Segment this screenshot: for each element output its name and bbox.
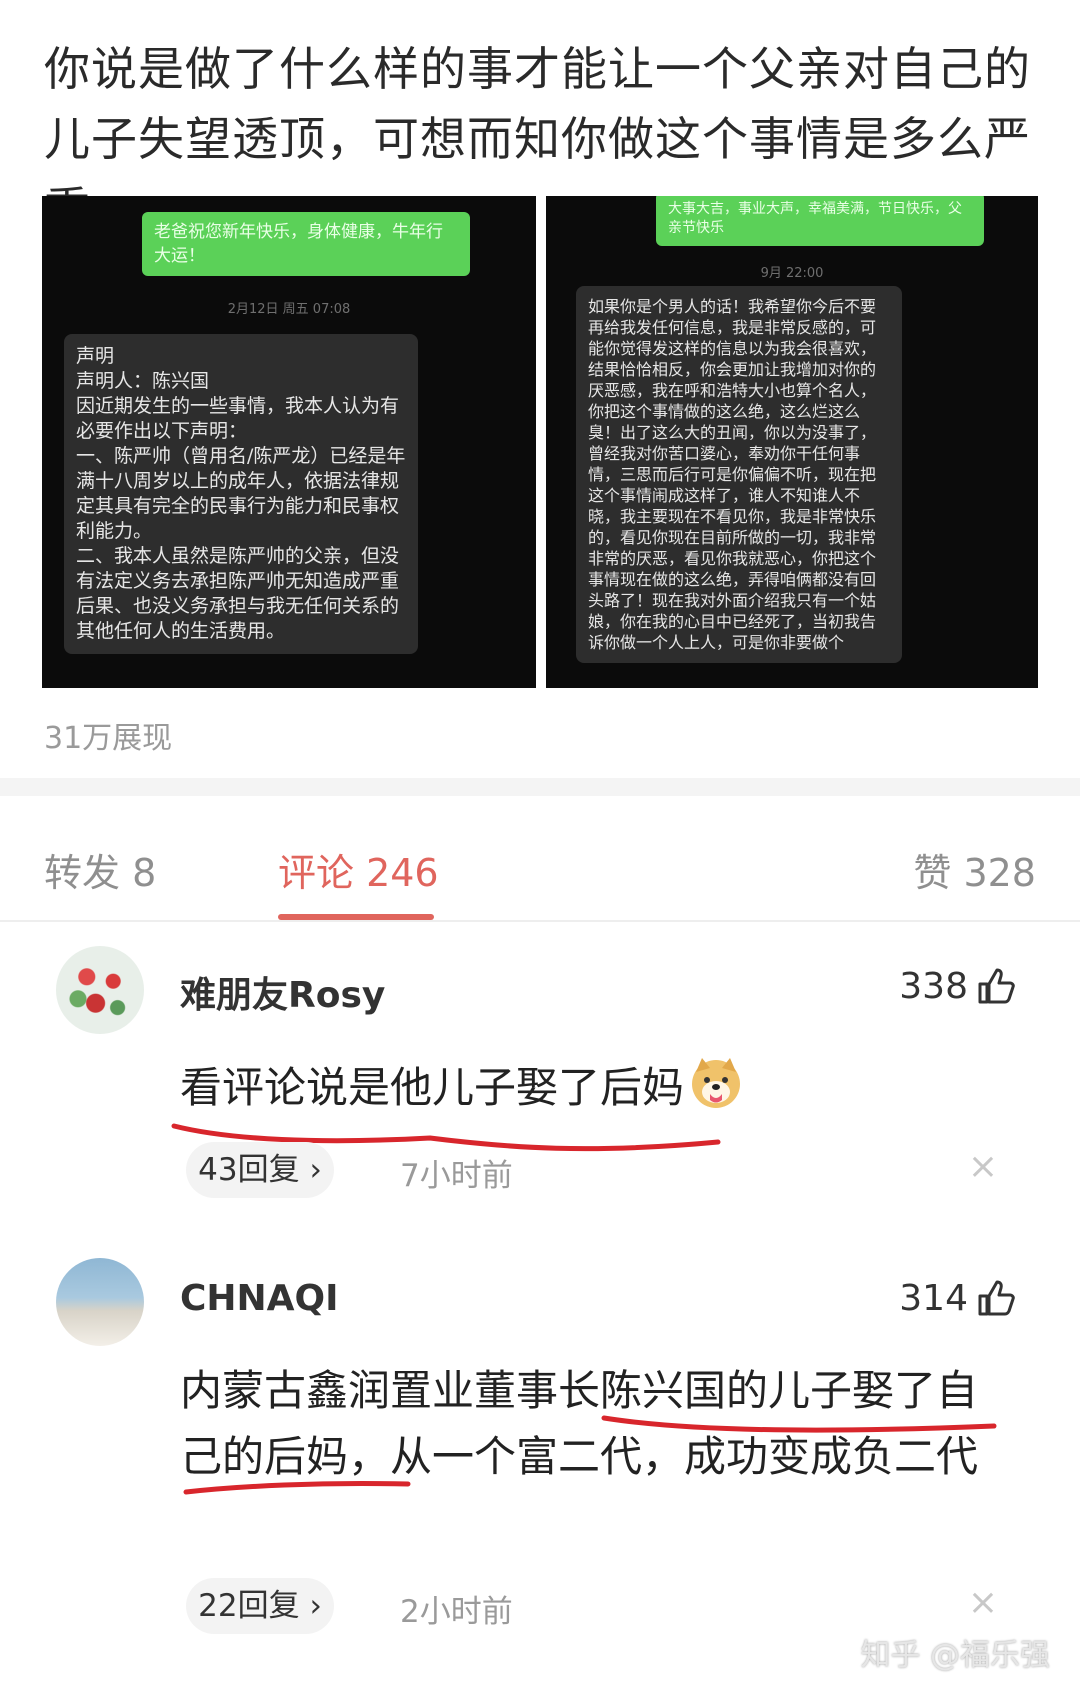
like-count: 338 <box>899 966 968 1007</box>
like-count: 314 <box>899 1278 968 1319</box>
chat-timestamp: 9月 22:00 <box>760 266 824 281</box>
chat-timestamp: 2月12日 周五 07:08 <box>227 302 351 317</box>
comment-time: 7小时前 <box>400 1158 513 1194</box>
chat-screenshot-left[interactable]: 老爸祝您新年快乐，身体健康，牛年行大运！ 2月12日 周五 07:08 声明 声… <box>42 196 536 688</box>
tabs-divider <box>0 920 1080 922</box>
comment-text: 内蒙古鑫润置业董事长陈兴国的儿子娶了自己的后妈，从一个富二代，成功变成负二代 <box>180 1366 979 1481</box>
comment-text: 看评论说是他儿子娶了后妈 <box>180 1054 1010 1121</box>
tab-bar: 转发 8 评论 246 赞 328 <box>0 830 1080 920</box>
comment-item: 难朋友Rosy 338 看评论说是他儿子娶了后妈 43回复 › 7小时前 × <box>0 946 1080 1206</box>
chat-screenshot-right[interactable]: 大事大吉，事业大声，幸福美满，节日快乐，父亲节快乐 9月 22:00 如果你是个… <box>546 196 1038 688</box>
avatar[interactable] <box>56 946 144 1034</box>
grey-chat-bubble: 声明 声明人：陈兴国 因近期发生的一些事情，我本人认为有必要作出以下声明： 一、… <box>64 334 418 654</box>
tab-likes[interactable]: 赞 328 <box>913 842 1036 897</box>
thumbs-up-icon[interactable] <box>976 1278 1016 1318</box>
doge-emoji-icon <box>692 1058 741 1108</box>
attached-images[interactable]: 老爸祝您新年快乐，身体健康，牛年行大运！ 2月12日 周五 07:08 声明 声… <box>42 196 1038 688</box>
reply-count-button[interactable]: 43回复 › <box>186 1142 334 1198</box>
avatar[interactable] <box>56 1258 144 1346</box>
watermark: 知乎 @福乐强 <box>860 1638 1050 1673</box>
section-divider <box>0 778 1080 796</box>
thumbs-up-icon[interactable] <box>976 966 1016 1006</box>
green-chat-bubble: 大事大吉，事业大声，幸福美满，节日快乐，父亲节快乐 <box>656 196 984 246</box>
tab-repost[interactable]: 转发 8 <box>44 842 156 897</box>
comment-time: 2小时前 <box>400 1594 513 1630</box>
close-icon[interactable]: × <box>968 1582 998 1623</box>
comment-text-content: 看评论说是他儿子娶了后妈 <box>180 1063 685 1112</box>
comment-item: CHNAQI 314 内蒙古鑫润置业董事长陈兴国的儿子娶了自己的后妈，从一个富二… <box>0 1258 1080 1638</box>
comment-username[interactable]: 难朋友Rosy <box>180 966 385 1018</box>
comment-username[interactable]: CHNAQI <box>180 1278 339 1319</box>
view-count: 31万展现 <box>44 721 173 756</box>
tab-comments[interactable]: 评论 246 <box>278 842 439 897</box>
reply-count-button[interactable]: 22回复 › <box>186 1578 334 1634</box>
green-chat-bubble: 老爸祝您新年快乐，身体健康，牛年行大运！ <box>142 212 470 276</box>
close-icon[interactable]: × <box>968 1146 998 1187</box>
grey-chat-bubble: 如果你是个男人的话！我希望你今后不要再给我发任何信息，我是非常反感的，可能你觉得… <box>576 286 902 663</box>
